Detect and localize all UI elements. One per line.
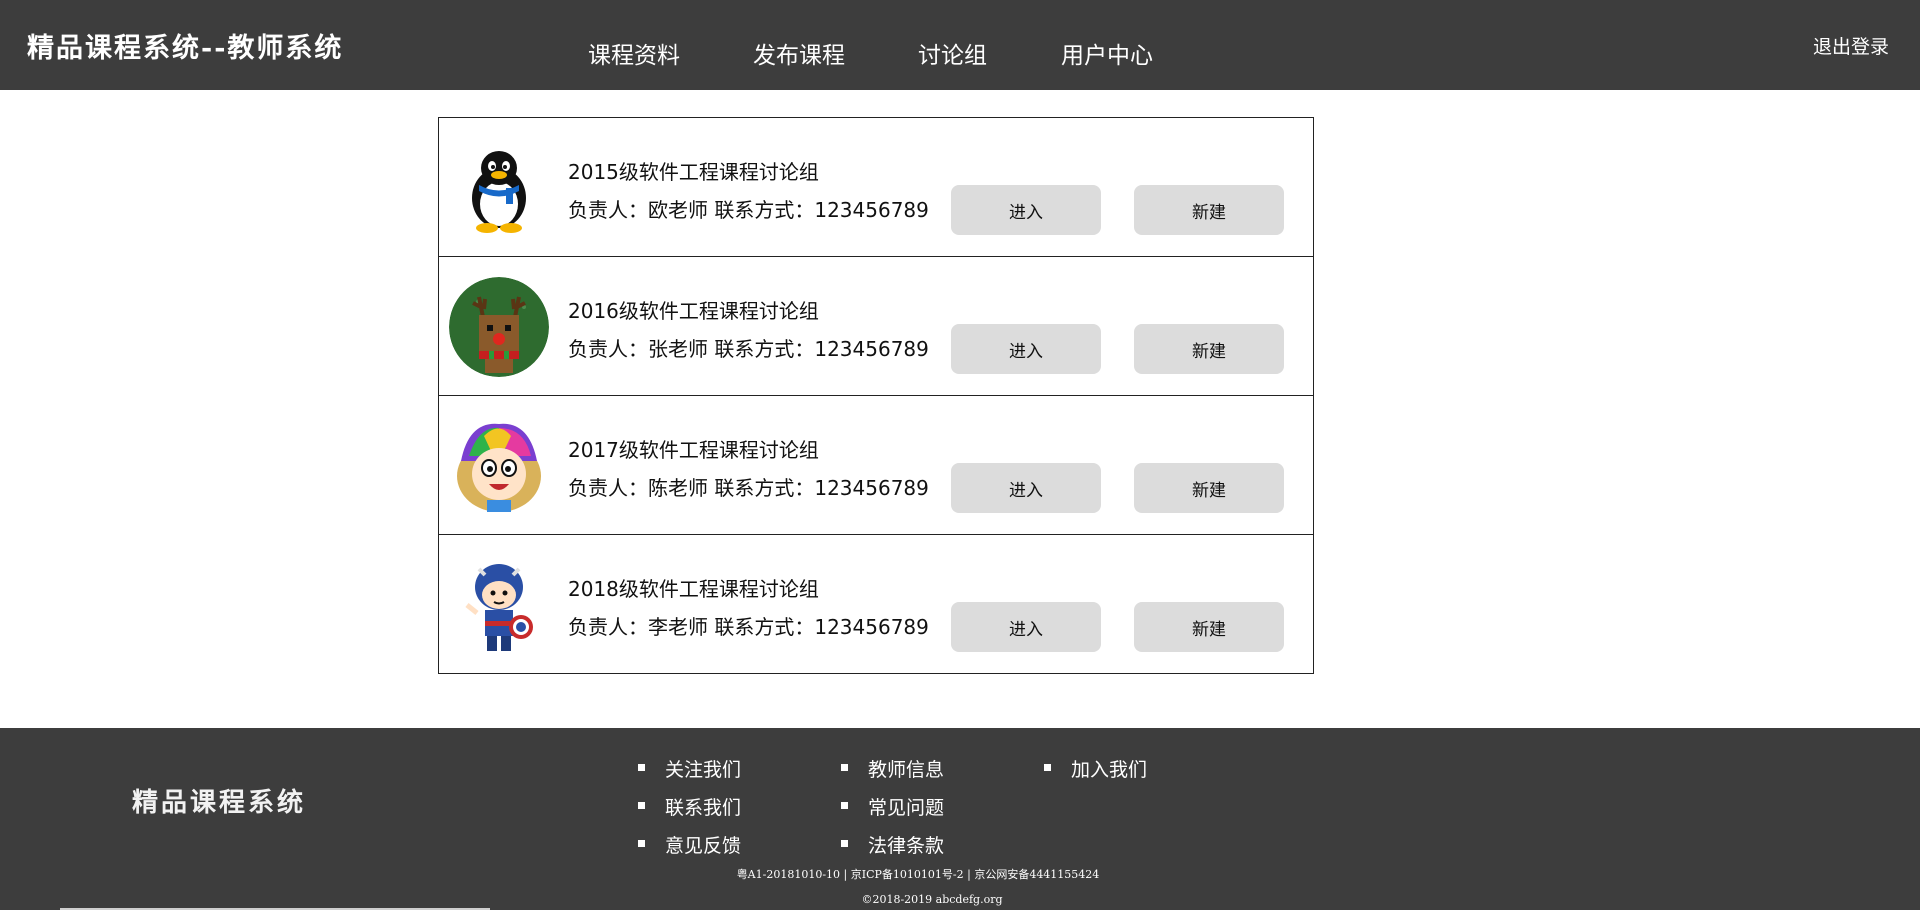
main-nav: 课程资料 发布课程 讨论组 用户中心 — [588, 36, 1153, 70]
icp-license-text: 粤A1-20181010-10 | 京ICP备1010101号-2 | 京公网安… — [736, 868, 1100, 881]
group-card: 2018级软件工程课程讨论组 负责人：李老师 联系方式：123456789 进入… — [438, 534, 1314, 674]
copyright-text: ©2018-2019 abcdefg.org — [861, 893, 1003, 906]
group-name: 2015级软件工程课程讨论组 — [568, 160, 819, 184]
qq-penguin-avatar — [449, 138, 549, 238]
discussion-group-list: 2015级软件工程课程讨论组 负责人：欧老师 联系方式：123456789 进入… — [438, 117, 1314, 674]
group-contact-info: 负责人：陈老师 联系方式：123456789 — [568, 476, 929, 500]
nav-publish-course[interactable]: 发布课程 — [753, 36, 918, 70]
footer-link-join-us[interactable]: 加入我们 — [1043, 755, 1147, 782]
captain-avatar — [449, 555, 549, 655]
nav-course-materials[interactable]: 课程资料 — [588, 36, 753, 70]
group-name: 2017级软件工程课程讨论组 — [568, 438, 819, 462]
enter-group-button[interactable]: 进入 — [951, 602, 1101, 652]
enter-group-button[interactable]: 进入 — [951, 185, 1101, 235]
top-navbar: 精品课程系统--教师系统 课程资料 发布课程 讨论组 用户中心 退出登录 — [0, 0, 1920, 90]
nav-discussion-groups[interactable]: 讨论组 — [918, 36, 1061, 70]
footer-link-teacher-info[interactable]: 教师信息 — [840, 755, 944, 782]
footer-links: 关注我们 教师信息 加入我们 联系我们 常见问题 意见反馈 法律条款 — [636, 755, 1196, 875]
group-card: 2015级软件工程课程讨论组 负责人：欧老师 联系方式：123456789 进入… — [438, 117, 1314, 257]
footer-link-follow-us[interactable]: 关注我们 — [637, 755, 741, 782]
group-card: 2017级软件工程课程讨论组 负责人：陈老师 联系方式：123456789 进入… — [438, 395, 1314, 535]
create-group-button[interactable]: 新建 — [1134, 324, 1284, 374]
site-title: 精品课程系统--教师系统 — [27, 33, 344, 64]
reindeer-avatar — [449, 277, 549, 377]
logout-link[interactable]: 退出登录 — [1813, 32, 1889, 59]
group-contact-info: 负责人：李老师 联系方式：123456789 — [568, 615, 929, 639]
enter-group-button[interactable]: 进入 — [951, 463, 1101, 513]
create-group-button[interactable]: 新建 — [1134, 185, 1284, 235]
create-group-button[interactable]: 新建 — [1134, 602, 1284, 652]
group-card: 2016级软件工程课程讨论组 负责人：张老师 联系方式：123456789 进入… — [438, 256, 1314, 396]
footer-logo-text: 精品课程系统 — [132, 788, 307, 818]
footer-link-contact-us[interactable]: 联系我们 — [637, 793, 741, 820]
group-contact-info: 负责人：张老师 联系方式：123456789 — [568, 337, 929, 361]
footer-link-feedback[interactable]: 意见反馈 — [637, 831, 741, 858]
create-group-button[interactable]: 新建 — [1134, 463, 1284, 513]
nav-user-center[interactable]: 用户中心 — [1061, 36, 1153, 70]
site-footer: 精品课程系统 关注我们 教师信息 加入我们 联系我们 常见问题 意见反馈 法律条… — [0, 728, 1920, 910]
group-name: 2016级软件工程课程讨论组 — [568, 299, 819, 323]
footer-link-legal[interactable]: 法律条款 — [840, 831, 944, 858]
group-contact-info: 负责人：欧老师 联系方式：123456789 — [568, 198, 929, 222]
group-name: 2018级软件工程课程讨论组 — [568, 577, 819, 601]
rainbow-hair-avatar — [449, 416, 549, 516]
enter-group-button[interactable]: 进入 — [951, 324, 1101, 374]
footer-link-faq[interactable]: 常见问题 — [840, 793, 944, 820]
